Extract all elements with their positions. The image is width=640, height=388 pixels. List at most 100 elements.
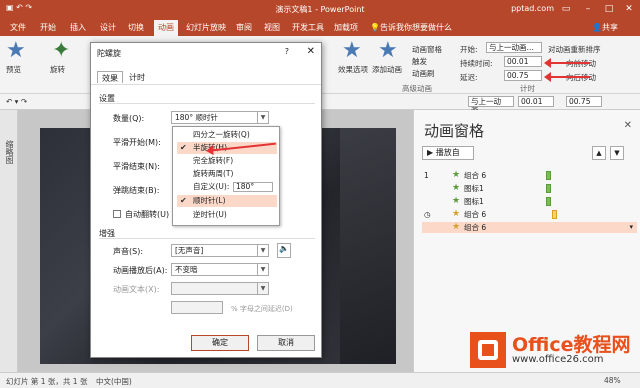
- tab-divider: [91, 84, 321, 85]
- duration-input[interactable]: 00.01: [504, 56, 542, 67]
- animation-index: 1: [424, 171, 429, 180]
- language-indicator[interactable]: 中文(中国): [96, 376, 132, 387]
- animation-list-item[interactable]: ★ 图标1: [422, 183, 637, 194]
- tab-transitions[interactable]: 切换: [128, 22, 144, 33]
- rotate-effect-icon[interactable]: ✦: [52, 38, 70, 63]
- start-select[interactable]: 与上一动画…: [486, 42, 542, 53]
- animation-name: 图标1: [464, 184, 484, 193]
- ribbon-display-icon[interactable]: ▭: [556, 2, 576, 16]
- chevron-down-icon[interactable]: ▼: [257, 112, 268, 123]
- animate-text-select: ▼: [171, 282, 269, 295]
- thumbnail-pane-label: 缩略图: [5, 140, 14, 164]
- move-down-button[interactable]: ▼: [610, 146, 624, 160]
- option-counterclockwise[interactable]: 逆时针(U): [177, 209, 277, 221]
- site-logo: Office教程网 www.office26.com: [470, 330, 640, 372]
- option-clockwise[interactable]: ✔ 顺时针(L): [177, 195, 277, 207]
- tab-design[interactable]: 设计: [100, 22, 116, 33]
- chevron-down-icon[interactable]: ▼: [257, 264, 268, 275]
- chevron-down-icon: ▼: [257, 283, 268, 294]
- custom-degree-input[interactable]: 180°: [233, 182, 273, 192]
- tab-effect[interactable]: 效果: [97, 71, 123, 83]
- tab-file[interactable]: 文件: [10, 22, 26, 33]
- toolbar-delay-input[interactable]: 00.75: [566, 96, 602, 107]
- tell-me-text: 告诉我你想要做什么: [379, 23, 452, 32]
- animation-star-icon: ★: [452, 209, 461, 219]
- zoom-level[interactable]: 48%: [604, 376, 621, 385]
- dialog-close-icon[interactable]: ✕: [307, 46, 315, 57]
- tab-review[interactable]: 审阅: [236, 22, 252, 33]
- animation-list-item[interactable]: ◷ ★ 组合 6: [422, 209, 637, 220]
- trigger-button[interactable]: 触发: [412, 56, 427, 67]
- effect-options-icon[interactable]: ★: [342, 38, 362, 63]
- option-quarter-spin[interactable]: 四分之一旋转(Q): [177, 129, 277, 141]
- checkmark-icon: ✔: [180, 196, 187, 205]
- effect-options-label[interactable]: 效果选项: [338, 64, 368, 75]
- amount-select[interactable]: 180° 顺时针 ▼: [171, 111, 269, 124]
- preview-star-icon[interactable]: ★: [6, 38, 26, 63]
- chevron-down-icon[interactable]: ▼: [257, 245, 268, 256]
- move-up-button[interactable]: ▲: [592, 146, 606, 160]
- animation-name: 组合 6: [464, 171, 487, 180]
- close-icon[interactable]: ✕: [619, 2, 639, 16]
- delay-red-arrow: [544, 72, 590, 82]
- timeline-bar[interactable]: [546, 197, 551, 206]
- share-button[interactable]: 👤共享: [592, 22, 618, 33]
- delay-input[interactable]: 00.75: [504, 70, 542, 81]
- option-two-spins[interactable]: 旋转两周(T): [177, 168, 277, 180]
- animation-pane-button[interactable]: 动画窗格: [412, 44, 442, 55]
- amount-dropdown-list: 四分之一旋转(Q) ✔半旋转(H) 完全旋转(F) 旋转两周(T) 自定义(U)…: [172, 126, 280, 226]
- option-full-spin[interactable]: 完全旋转(F): [177, 155, 277, 167]
- animation-list-item[interactable]: 1 ★ 组合 6: [422, 170, 637, 181]
- auto-reverse-checkbox[interactable]: [113, 210, 121, 218]
- animation-list-item-selected[interactable]: ★ 组合 6 ▾: [422, 222, 637, 233]
- timeline-bar[interactable]: [552, 210, 557, 219]
- thumbnail-pane[interactable]: 缩略图: [0, 110, 18, 372]
- help-icon[interactable]: ?: [285, 47, 289, 56]
- tab-timing[interactable]: 计时: [125, 71, 149, 83]
- status-bar: 幻灯片 第 1 张，共 1 张 中文(中国) 48%: [0, 372, 640, 388]
- tab-insert[interactable]: 插入: [70, 22, 86, 33]
- play-from-label: 播放自: [435, 148, 460, 157]
- play-from-button[interactable]: ▶ 播放自: [422, 146, 474, 160]
- clock-icon: ◷: [424, 210, 431, 219]
- toolbar-duration-input[interactable]: 00.01: [518, 96, 554, 107]
- tab-addins[interactable]: 加载项: [334, 22, 358, 33]
- timeline-bar[interactable]: [546, 171, 551, 180]
- tab-view[interactable]: 视图: [264, 22, 280, 33]
- toolbar-start-select[interactable]: 与上一动画…: [468, 96, 514, 115]
- animation-pane-close-icon[interactable]: ✕: [624, 120, 632, 131]
- rotate-effect-label[interactable]: 旋转: [50, 64, 65, 75]
- auto-reverse-label: 自动翻转(U): [125, 210, 170, 219]
- slide-counter: 幻灯片 第 1 张，共 1 张: [6, 377, 88, 386]
- minimize-icon[interactable]: –: [578, 2, 598, 16]
- duration-label: 持续时间:: [460, 59, 493, 68]
- timeline-bar[interactable]: [546, 184, 551, 193]
- speaker-icon[interactable]: 🔈: [277, 243, 291, 258]
- settings-divider: [99, 103, 315, 104]
- add-animation-icon[interactable]: ★: [378, 38, 398, 63]
- preview-label[interactable]: 预览: [6, 64, 21, 75]
- account-name[interactable]: pptad.com: [511, 4, 554, 13]
- tab-home[interactable]: 开始: [40, 22, 56, 33]
- tell-me-box[interactable]: 💡告诉我你想要做什么: [370, 22, 452, 33]
- ok-button[interactable]: 确定: [191, 335, 249, 351]
- bounce-end-label: 弹跳结束(B):: [113, 186, 160, 195]
- animation-painter-button[interactable]: 动画刷: [412, 68, 435, 79]
- cancel-button[interactable]: 取消: [257, 335, 315, 351]
- sound-value: [无声音]: [175, 246, 204, 255]
- undo-icon[interactable]: ↶ ▾ ↷: [6, 97, 27, 106]
- option-custom[interactable]: 自定义(U): 180°: [177, 181, 277, 193]
- sound-select[interactable]: [无声音] ▼: [171, 244, 269, 257]
- tab-slideshow[interactable]: 幻灯片放映: [186, 22, 226, 33]
- after-animation-select[interactable]: 不变暗 ▼: [171, 263, 269, 276]
- animation-star-icon: ★: [452, 183, 461, 193]
- animation-name: 组合 6: [464, 210, 487, 219]
- ribbon-tabs: 文件 开始 插入 设计 切换 动画 幻灯片放映 审阅 视图 开发工具 加载项 💡…: [0, 18, 640, 36]
- maximize-icon[interactable]: □: [599, 2, 619, 16]
- add-animation-label[interactable]: 添加动画: [372, 64, 402, 75]
- row-dropdown-icon[interactable]: ▾: [629, 222, 633, 233]
- tab-developer[interactable]: 开发工具: [292, 22, 324, 33]
- animation-list-item[interactable]: ★ 图标1: [422, 196, 637, 207]
- tab-animations[interactable]: 动画: [154, 20, 178, 36]
- animate-text-label: 动画文本(X):: [113, 285, 160, 294]
